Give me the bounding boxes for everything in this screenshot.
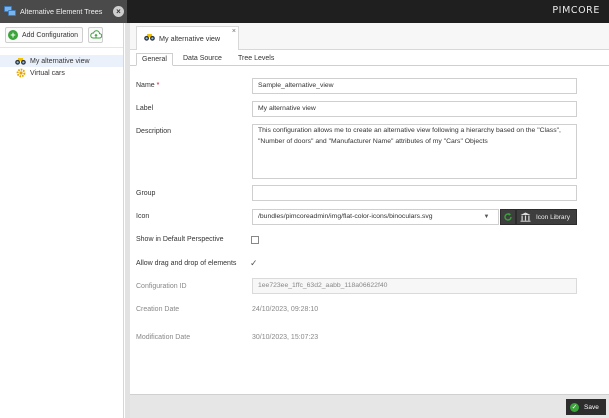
plus-icon: + <box>8 30 18 40</box>
description-textarea[interactable]: This configuration allows me to create a… <box>252 124 577 179</box>
tab-tree-levels[interactable]: Tree Levels <box>238 53 274 66</box>
group-label: Group <box>136 190 156 197</box>
allow-drag-drop-checkbox[interactable]: ✓ <box>250 259 258 268</box>
configuration-tree: My alternative view Virtual cars <box>0 48 123 79</box>
sidebar-toolbar: + Add Configuration <box>0 23 123 48</box>
tab-my-alternative-view[interactable]: My alternative view × <box>136 26 239 50</box>
icon-library-label: Icon Library <box>536 213 570 221</box>
tab-title: Alternative Element Trees <box>20 7 103 16</box>
allow-drag-drop-label: Allow drag and drop of elements <box>136 260 237 267</box>
pimcore-logo: PIMCORE <box>552 5 600 16</box>
tab-general[interactable]: General <box>136 53 173 66</box>
tree-item-label: Virtual cars <box>30 69 65 77</box>
modification-date-label: Modification Date <box>136 334 191 341</box>
bottom-toolbar: ✓ Save <box>130 394 609 418</box>
icon-dropdown-trigger[interactable]: ▼ <box>475 209 499 225</box>
label-label: Label <box>136 105 154 112</box>
add-configuration-button[interactable]: + Add Configuration <box>5 27 84 43</box>
tab-label: My alternative view <box>159 34 221 43</box>
name-label: Name * <box>136 82 160 89</box>
cloud-upload-icon <box>89 30 102 39</box>
save-button[interactable]: ✓ Save <box>566 399 606 415</box>
tree-item-label: My alternative view <box>30 57 90 65</box>
save-label: Save <box>584 403 599 411</box>
description-label: Description <box>136 128 172 135</box>
icon-library-button[interactable]: Icon Library <box>516 209 577 225</box>
close-tab-icon[interactable]: × <box>113 6 124 17</box>
tree-item-my-alternative-view[interactable]: My alternative view <box>0 55 123 67</box>
binoculars-icon <box>144 34 155 43</box>
icon-path-value: /bundles/pimcoreadmin/img/flat-color-ico… <box>258 213 433 220</box>
gear-icon <box>15 68 26 78</box>
configuration-id-label: Configuration ID <box>136 283 187 290</box>
show-default-perspective-label: Show in Default Perspective <box>136 236 224 243</box>
chevron-down-icon: ▼ <box>483 214 490 220</box>
editor-panel: My alternative view × General Data Sourc… <box>130 23 609 418</box>
required-marker: * <box>156 82 160 89</box>
sub-tabs: General Data Source Tree Levels <box>130 51 609 66</box>
upload-button[interactable] <box>88 27 104 43</box>
creation-date-label: Creation Date <box>136 306 180 313</box>
check-icon: ✓ <box>570 402 579 412</box>
configuration-id-input[interactable]: 1ee723ee_1ffc_63d2_aabb_118a06622f40 <box>252 278 577 294</box>
show-default-perspective-checkbox[interactable] <box>251 236 259 244</box>
tree-item-virtual-cars[interactable]: Virtual cars <box>0 67 123 79</box>
label-input[interactable]: My alternative view <box>252 101 577 117</box>
library-icon <box>520 212 531 222</box>
refresh-icon <box>504 212 512 221</box>
add-configuration-label: Add Configuration <box>22 31 79 39</box>
top-bar: Alternative Element Trees × PIMCORE <box>0 0 609 23</box>
tab-alternative-element-trees[interactable]: Alternative Element Trees × <box>0 0 127 23</box>
group-input[interactable] <box>252 185 577 201</box>
sidebar: + Add Configuration My alternative view … <box>0 23 124 418</box>
trees-icon <box>4 6 17 17</box>
modification-date-value: 30/10/2023, 15:07:23 <box>252 334 319 341</box>
refresh-icon-button[interactable] <box>500 209 516 225</box>
binoculars-icon <box>15 57 26 65</box>
editor-tabs: My alternative view × <box>130 23 609 50</box>
tab-data-source[interactable]: Data Source <box>183 53 222 66</box>
close-icon[interactable]: × <box>232 28 236 35</box>
name-input[interactable]: Sample_alternative_view <box>252 78 577 94</box>
creation-date-value: 24/10/2023, 09:28:10 <box>252 306 319 313</box>
icon-path-input[interactable]: /bundles/pimcoreadmin/img/flat-color-ico… <box>252 209 499 225</box>
icon-label: Icon <box>136 213 150 220</box>
